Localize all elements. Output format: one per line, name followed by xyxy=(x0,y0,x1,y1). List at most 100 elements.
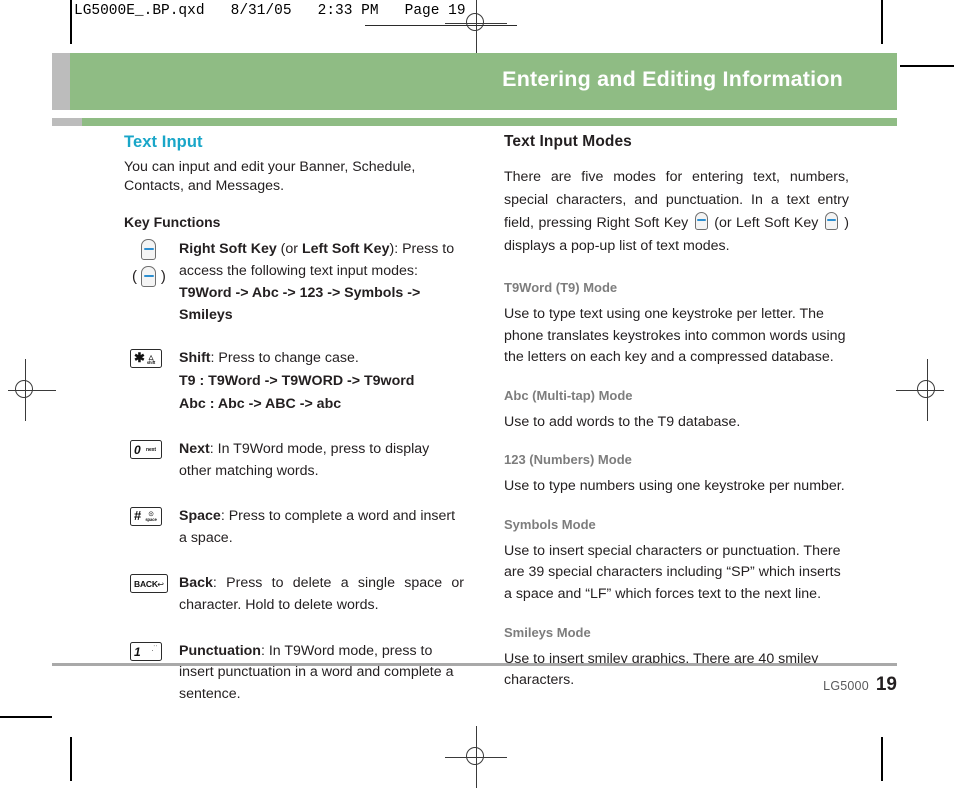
star-shift-key-icon-wrap: ✱ △ shift xyxy=(130,349,162,373)
page-title: Text Input xyxy=(124,133,203,151)
key-row-back: BACK ↩ Back: Press to delete a single sp… xyxy=(124,573,464,616)
key-row-desc: : Press to change case. xyxy=(210,350,359,367)
banner-underbar-tab xyxy=(52,118,82,126)
paren-close: ) xyxy=(160,268,166,286)
crop-mark-left-horizontal-bottom xyxy=(0,716,52,718)
key-row-punctuation: 1 .˙˙ Punctuation: In T9Word mode, press… xyxy=(124,641,464,706)
key-row-next: 0 next Next: In T9Word mode, press to di… xyxy=(124,439,464,482)
key-functions-heading: Key Functions xyxy=(124,214,221,231)
mode-body: Use to type numbers using one keystroke … xyxy=(504,478,845,495)
back-key-icon-wrap: BACK ↩ xyxy=(130,574,168,598)
mode-body: Use to add words to the T9 database. xyxy=(504,413,741,430)
paren-open: ( xyxy=(132,268,137,286)
mode-body: Use to type text using one keystroke per… xyxy=(504,306,846,366)
file-header-text: LG5000E_.BP.qxd 8/31/05 2:33 PM Page 19 xyxy=(74,3,466,19)
crop-mark-right-vertical xyxy=(881,0,883,44)
mode-title: Smileys Mode xyxy=(504,624,591,640)
key-row-text: Next: In T9Word mode, press to display o… xyxy=(179,439,464,482)
key-row-sequence-abc: Abc : Abc -> ABC -> abc xyxy=(179,395,342,412)
file-header-rule xyxy=(365,25,517,27)
mode-block-123: 123 (Numbers) Mode Use to type numbers u… xyxy=(504,452,849,498)
key-row-text: Right Soft Key (or Left Soft Key): Press… xyxy=(179,239,464,326)
key-row-sequence: T9Word -> Abc -> 123 -> Symbols -> Smile… xyxy=(179,285,421,323)
right-column: Text Input Modes There are five modes fo… xyxy=(504,133,849,692)
footer-brand: LG5000 xyxy=(823,679,869,693)
text-input-modes-intro: There are five modes for entering text, … xyxy=(504,166,849,258)
key-term-alt-prefix: (or xyxy=(276,241,302,258)
key-row-text: Shift: Press to change case. T9 : T9Word… xyxy=(179,348,464,415)
mode-block-t9word: T9Word (T9) Mode Use to type text using … xyxy=(504,280,849,369)
key-term-alt-suffix: ): Press to xyxy=(389,241,455,258)
chapter-title: Entering and Editing Information xyxy=(502,67,843,91)
one-punctuation-key-icon-wrap: 1 .˙˙ xyxy=(130,641,162,666)
zero-next-key-icon-wrap: 0 next xyxy=(130,440,162,464)
soft-key-icon xyxy=(141,239,157,261)
crop-mark-right-horizontal xyxy=(900,65,954,67)
manual-page: LG5000E_.BP.qxd 8/31/05 2:33 PM Page 19 … xyxy=(0,0,954,788)
registration-mark-bottom xyxy=(445,726,507,788)
mode-body: Use to insert special characters or punc… xyxy=(504,542,841,603)
key-term-back: Back xyxy=(179,575,213,592)
mode-title: Abc (Multi-tap) Mode xyxy=(504,387,633,403)
key-row-shift: ✱ △ shift Shift: Press to change case. T… xyxy=(124,348,464,415)
inline-right-soft-key-icon-wrap xyxy=(694,212,708,235)
shift-sub-text: shift xyxy=(146,359,156,365)
footer: LG5000 19 xyxy=(823,674,897,696)
zero-next-key-icon: 0 next xyxy=(130,440,162,460)
hash-key-glyph: # xyxy=(134,508,142,524)
punctuation-dots-icon: .˙˙ xyxy=(151,645,158,653)
key-row-sequence-t9: T9 : T9Word -> T9WORD -> T9word xyxy=(179,372,415,389)
registration-mark-left xyxy=(8,359,56,421)
mode-body: Use to insert smiley graphics. There are… xyxy=(504,650,819,689)
inline-left-soft-key-icon-wrap xyxy=(824,212,838,235)
mode-title: Symbols Mode xyxy=(504,516,596,532)
back-key-icon: BACK ↩ xyxy=(130,574,168,594)
footer-rule xyxy=(52,663,897,666)
left-soft-key-icon xyxy=(824,212,838,230)
intro-text-part2: (or Left Soft Key xyxy=(709,215,823,231)
key-row-text: Space: Press to complete a word and inse… xyxy=(179,506,464,549)
mode-block-smileys: Smileys Mode Use to insert smiley graphi… xyxy=(504,625,849,692)
banner-left-tab xyxy=(52,53,70,110)
page-number: 19 xyxy=(875,674,897,695)
star-shift-key-sublabel: △ shift xyxy=(144,353,159,366)
one-key-glyph: 1 xyxy=(134,644,141,659)
key-term-right-soft-key: Right Soft Key xyxy=(179,241,277,258)
mode-title: T9Word (T9) Mode xyxy=(504,280,618,295)
hash-key-sublabel: ☉ space xyxy=(144,511,159,524)
text-input-modes-heading: Text Input Modes xyxy=(504,133,632,150)
mode-block-abc: Abc (Multi-tap) Mode Use to add words to… xyxy=(504,388,849,434)
banner-underbar xyxy=(52,118,897,126)
key-row-text: Punctuation: In T9Word mode, press to in… xyxy=(179,641,464,706)
intro-paragraph: You can input and edit your Banner, Sche… xyxy=(124,159,416,195)
crop-mark-left-vertical xyxy=(70,0,72,44)
key-row-desc: access the following text input modes: xyxy=(179,262,418,279)
space-sub-text: space xyxy=(145,517,157,523)
key-term-punctuation: Punctuation xyxy=(179,642,261,659)
key-row-desc: : In T9Word mode, press to display other… xyxy=(179,441,430,479)
key-row-soft-key: ( ) Right Soft Key (or Left Soft Key): P… xyxy=(124,239,464,326)
mode-block-symbols: Symbols Mode Use to insert special chara… xyxy=(504,517,849,606)
back-arrow-icon: ↩ xyxy=(157,580,164,590)
zero-key-sublabel: next xyxy=(144,444,159,457)
back-key-glyph: BACK xyxy=(134,579,158,590)
hash-space-key-icon: # ☉ space xyxy=(130,507,162,527)
left-column: Text Input You can input and edit your B… xyxy=(124,133,464,705)
key-term-shift: Shift xyxy=(179,350,211,367)
key-row-desc: : Press to delete a single space or char… xyxy=(179,575,464,613)
chapter-banner: Entering and Editing Information xyxy=(52,53,897,110)
key-term-space: Space xyxy=(179,508,221,525)
soft-key-icon-group: ( ) xyxy=(132,239,166,288)
star-shift-key-icon: ✱ △ shift xyxy=(130,349,162,369)
key-term-next: Next xyxy=(179,441,210,458)
right-soft-key-icon xyxy=(694,212,708,230)
crop-mark-left-bottom-vertical xyxy=(70,737,72,781)
key-row-desc: : Press to complete a word and insert a … xyxy=(179,508,456,546)
key-row-text: Back: Press to delete a single space or … xyxy=(179,573,464,616)
key-row-space: # ☉ space Space: Press to complete a wor… xyxy=(124,506,464,549)
soft-key-icon-alt xyxy=(141,266,157,288)
hash-space-key-icon-wrap: # ☉ space xyxy=(130,507,162,531)
next-sub-text: next xyxy=(146,447,156,454)
mode-title: 123 (Numbers) Mode xyxy=(504,452,632,468)
zero-key-glyph: 0 xyxy=(134,443,141,458)
